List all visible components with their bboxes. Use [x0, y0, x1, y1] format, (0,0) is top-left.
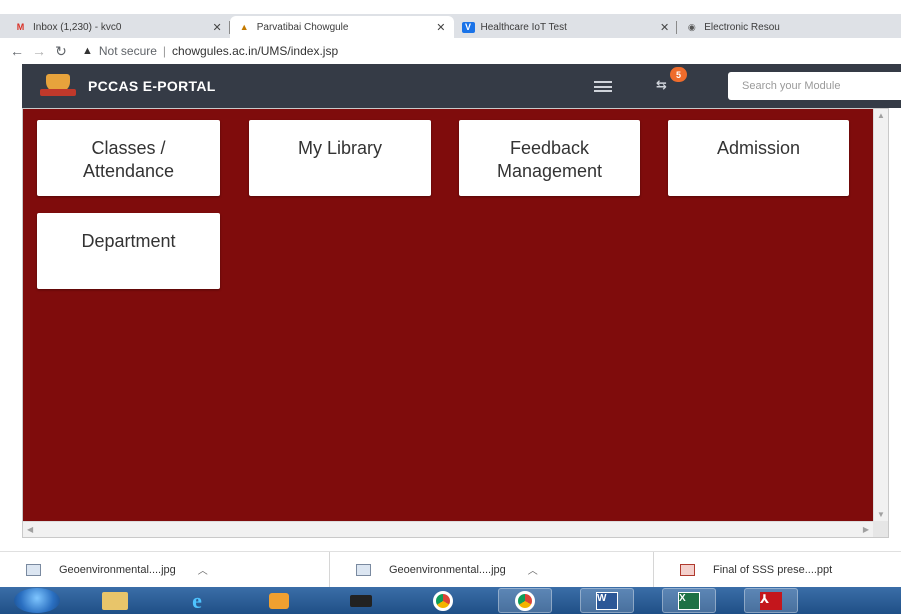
- notification-badge[interactable]: 5: [670, 67, 687, 82]
- module-label-line1: Feedback: [509, 138, 590, 158]
- chevron-up-icon[interactable]: ︿: [528, 562, 538, 577]
- college-crest-icon: ▲: [239, 22, 249, 32]
- download-filename: Geoenvironmental....jpg: [59, 563, 176, 576]
- module-label-line1: Admission: [716, 138, 801, 158]
- download-item[interactable]: Geoenvironmental....jpg ︿: [330, 551, 654, 588]
- downloads-bar: Geoenvironmental....jpg ︿ Geoenvironment…: [0, 551, 901, 588]
- module-card-classes-attendance[interactable]: Classes / Attendance: [37, 120, 220, 196]
- gmail-icon: M: [16, 22, 25, 32]
- omnibox-divider: |: [162, 44, 167, 58]
- module-card-admission[interactable]: Admission: [668, 120, 849, 196]
- module-grid: Classes / Attendance My Library Feedback…: [23, 109, 873, 521]
- media-player-icon[interactable]: [252, 588, 306, 613]
- close-icon[interactable]: ✕: [436, 21, 445, 34]
- tab-title: Inbox (1,230) - kvc0: [33, 21, 122, 33]
- portal-brand[interactable]: PCCAS E-PORTAL: [88, 78, 216, 94]
- vertical-scrollbar[interactable]: ▲ ▼: [873, 109, 888, 521]
- warning-icon[interactable]: ▲: [82, 45, 93, 57]
- close-icon[interactable]: ✕: [213, 21, 222, 34]
- chrome-active-window-icon[interactable]: [498, 588, 552, 613]
- internet-explorer-icon[interactable]: e: [170, 588, 224, 613]
- hamburger-menu-icon[interactable]: [594, 81, 612, 92]
- address-bar: ← → ↻ ▲ Not secure | chowgules.ac.in/UMS…: [0, 38, 901, 64]
- scroll-up-icon[interactable]: ▲: [877, 111, 885, 120]
- portal-header: PCCAS E-PORTAL ⇆ 5: [22, 64, 901, 108]
- file-explorer-icon[interactable]: [88, 588, 142, 613]
- tab-inbox[interactable]: M Inbox (1,230) - kvc0 ✕: [6, 16, 230, 38]
- tab-title: Healthcare IoT Test: [480, 21, 567, 33]
- download-filename: Final of SSS prese....ppt: [713, 563, 833, 576]
- college-logo-icon[interactable]: [40, 74, 76, 98]
- reload-icon[interactable]: ↻: [50, 40, 72, 62]
- security-label: Not secure: [98, 44, 157, 58]
- tab-healthcare-iot[interactable]: V Healthcare IoT Test ✕: [454, 16, 678, 38]
- refresh-notification-icon[interactable]: ⇆: [656, 77, 667, 93]
- module-label-line1: Department: [81, 231, 176, 251]
- chevron-up-icon[interactable]: ︿: [198, 562, 208, 577]
- scrollbar-corner: [873, 521, 888, 537]
- download-item[interactable]: Geoenvironmental....jpg ︿: [0, 551, 330, 588]
- windows-taskbar: e W X ⅄: [0, 587, 901, 614]
- module-card-feedback-management[interactable]: Feedback Management: [459, 120, 640, 196]
- v-logo-icon: V: [461, 21, 475, 33]
- excel-icon[interactable]: X: [662, 588, 716, 613]
- tab-title: Parvatibai Chowgule: [256, 21, 349, 33]
- tab-electronic-resources[interactable]: ◉ Electronic Resou: [677, 16, 901, 38]
- chrome-icon[interactable]: [416, 588, 470, 613]
- module-label-line1: My Library: [297, 138, 382, 158]
- tab-parvatibai-chowgule[interactable]: ▲ Parvatibai Chowgule ✕: [229, 16, 454, 38]
- module-label-line2: Management: [496, 161, 603, 181]
- powerpoint-file-icon: [680, 563, 695, 576]
- module-card-department[interactable]: Department: [37, 213, 220, 289]
- download-filename: Geoenvironmental....jpg: [389, 563, 506, 576]
- scroll-right-icon[interactable]: ▶: [863, 525, 869, 534]
- download-item[interactable]: Final of SSS prese....ppt: [654, 552, 901, 588]
- close-icon[interactable]: ✕: [660, 21, 669, 34]
- module-search-input[interactable]: [728, 72, 901, 100]
- module-content-area: Classes / Attendance My Library Feedback…: [22, 108, 889, 538]
- camera-app-icon[interactable]: [334, 588, 388, 613]
- globe-icon: ◉: [687, 21, 696, 32]
- browser-tab-strip: M Inbox (1,230) - kvc0 ✕ ▲ Parvatibai Ch…: [0, 14, 901, 38]
- tab-title: Electronic Resou: [704, 21, 780, 33]
- image-file-icon: [356, 563, 371, 576]
- url-text[interactable]: chowgules.ac.in/UMS/index.jsp: [172, 44, 338, 58]
- word-icon[interactable]: W: [580, 588, 634, 613]
- module-label-line1: Classes /: [91, 138, 166, 158]
- module-label-line2: Attendance: [82, 161, 175, 181]
- scroll-down-icon[interactable]: ▼: [877, 510, 885, 519]
- start-orb-icon[interactable]: [14, 588, 60, 613]
- horizontal-scrollbar[interactable]: ◀ ▶: [23, 521, 873, 537]
- forward-arrow-icon[interactable]: →: [28, 40, 50, 62]
- module-card-my-library[interactable]: My Library: [249, 120, 431, 196]
- omnibox[interactable]: ▲ Not secure | chowgules.ac.in/UMS/index…: [82, 44, 338, 58]
- scroll-left-icon[interactable]: ◀: [27, 525, 33, 534]
- acrobat-icon[interactable]: ⅄: [744, 588, 798, 613]
- image-file-icon: [26, 563, 41, 576]
- screenshot-root: M Inbox (1,230) - kvc0 ✕ ▲ Parvatibai Ch…: [0, 0, 901, 614]
- top-margin: [0, 0, 901, 14]
- back-arrow-icon[interactable]: ←: [6, 40, 28, 62]
